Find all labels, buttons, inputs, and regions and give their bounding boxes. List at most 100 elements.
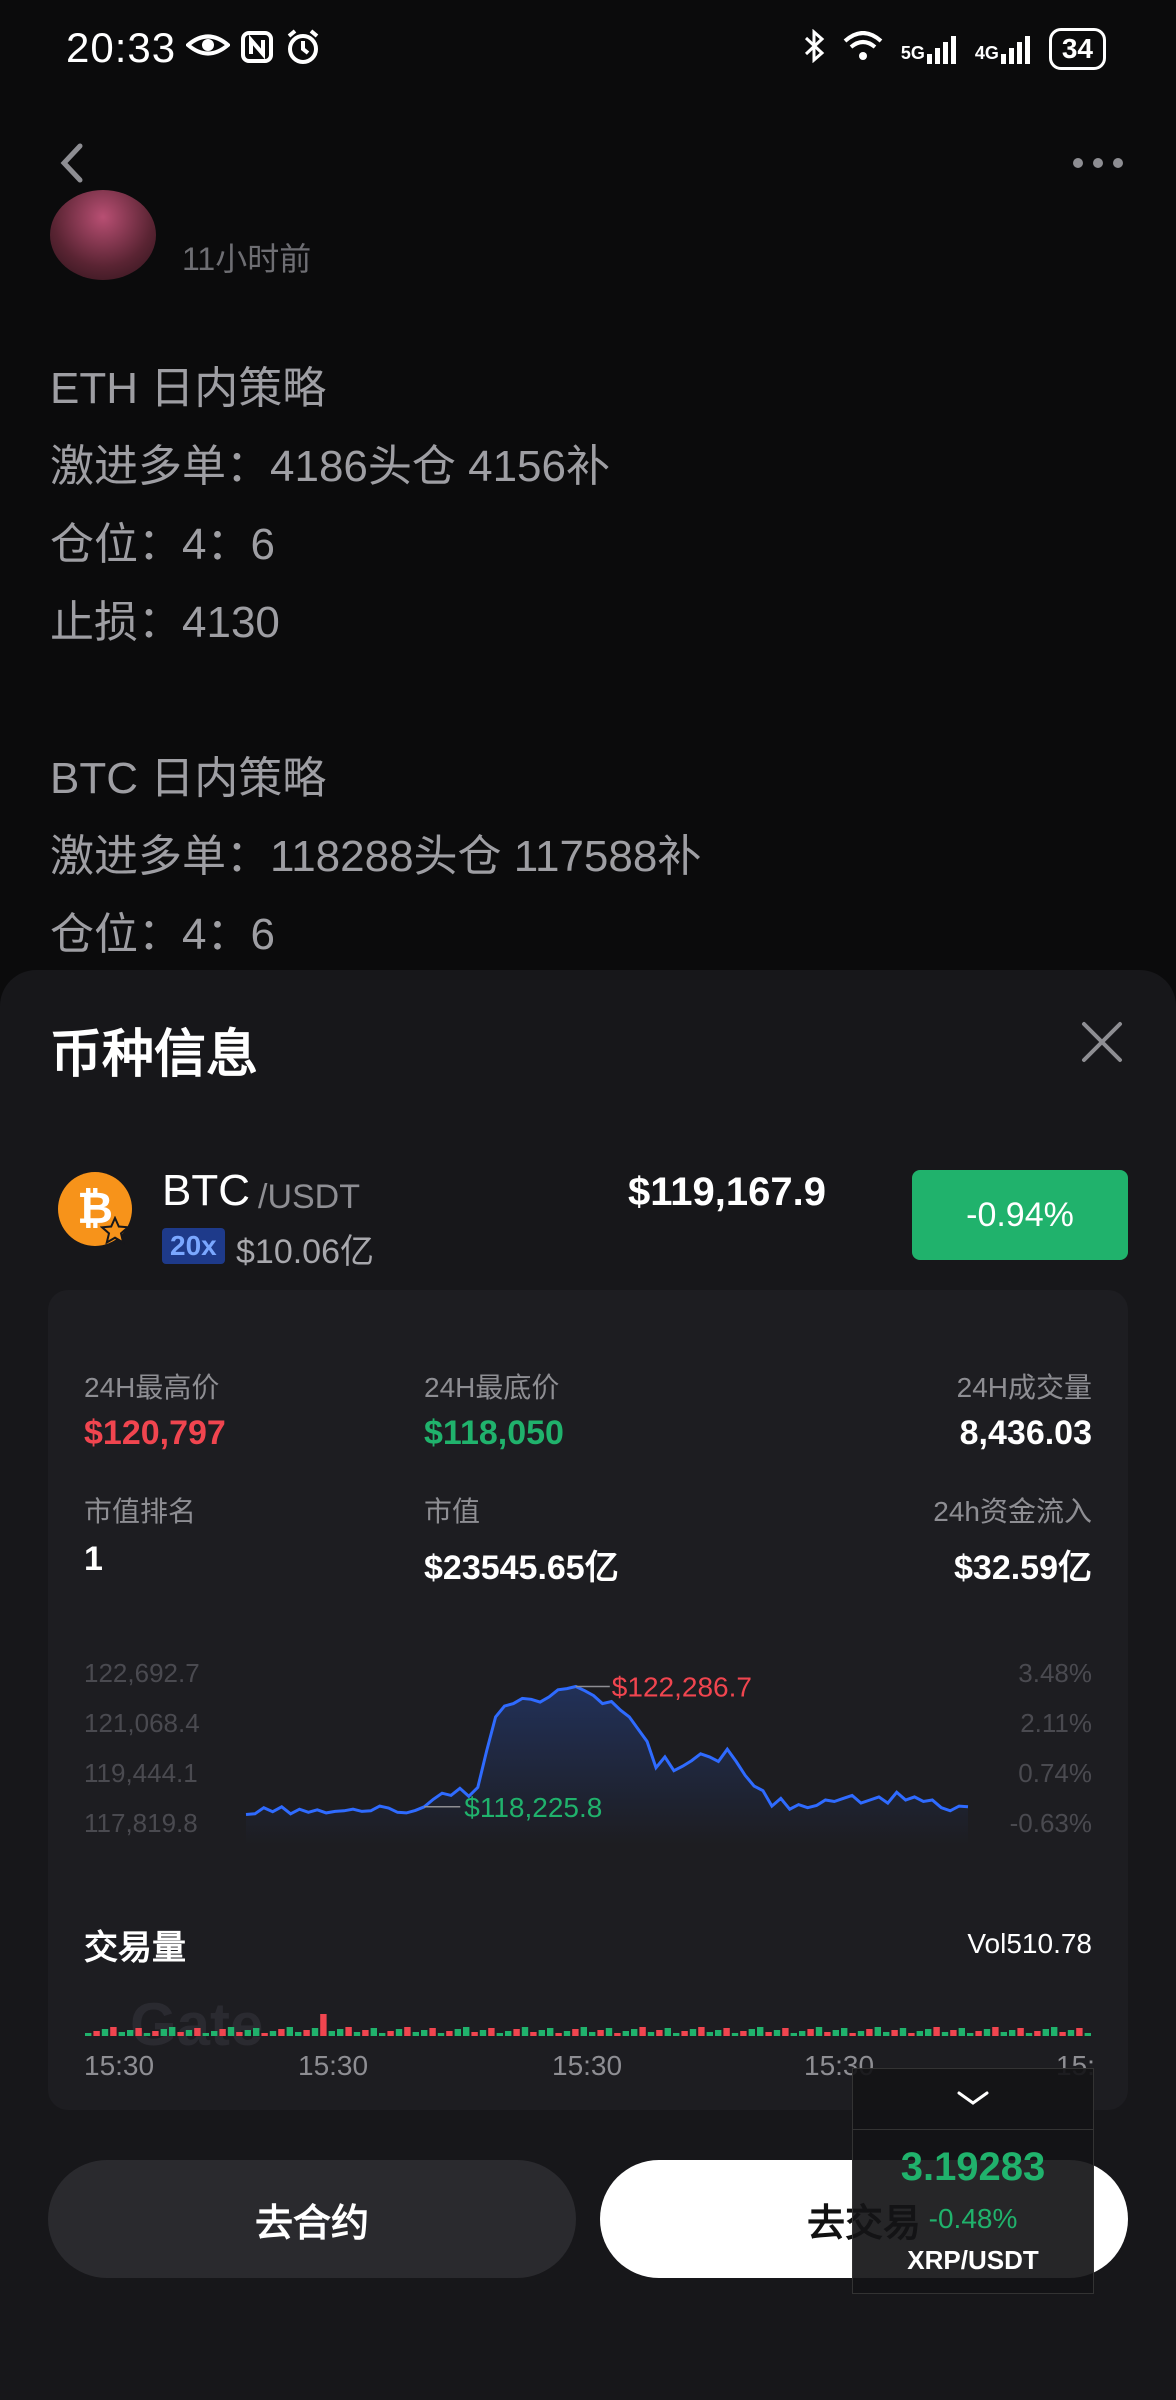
volume-bar — [631, 2029, 638, 2036]
volume-bar — [1084, 2033, 1091, 2036]
post-line: 仓位：4：6 — [50, 520, 275, 569]
volume-bar — [337, 2029, 344, 2036]
post-line: 仓位：4：6 — [50, 910, 275, 959]
volume-bar — [605, 2028, 613, 2036]
volume-bar — [656, 2030, 663, 2036]
volume-bar — [1025, 2033, 1033, 2036]
avatar[interactable] — [50, 190, 156, 280]
volume-bar — [135, 2028, 142, 2036]
post-line: 激进多单：118288头仓 117588补 — [50, 832, 702, 881]
more-icon[interactable] — [1070, 148, 1126, 178]
signal-5g-icon: 5G — [901, 34, 957, 64]
volume-bar — [950, 2030, 957, 2036]
time-label: 15:30 — [298, 2050, 369, 2081]
volume-bar — [1067, 2030, 1075, 2036]
volume-bar — [698, 2027, 705, 2036]
volume-bar — [488, 2028, 495, 2036]
volume-bar — [530, 2032, 537, 2036]
leverage-badge: 20x — [162, 1228, 225, 1264]
post-line: BTC 日内策略 — [50, 754, 327, 803]
price-chart[interactable]: $122,286.7 $118,225.8 — [0, 1640, 1176, 1860]
volume-bar — [1042, 2029, 1049, 2036]
volume-bar — [815, 2027, 823, 2036]
volume-bar — [689, 2029, 697, 2036]
volume-total: Vol510.78 — [967, 1928, 1092, 1959]
volume-bar — [899, 2028, 907, 2036]
volume-bar — [740, 2031, 747, 2036]
inflow-label: 24h资金流入 — [933, 1496, 1092, 1527]
volume-bar — [866, 2029, 873, 2036]
volume-bar — [345, 2027, 352, 2036]
favorite-star-icon[interactable] — [99, 1215, 131, 1246]
volume-bar — [379, 2033, 386, 2036]
rank-value: 1 — [84, 1540, 103, 1578]
go-contract-button[interactable]: 去合约 — [48, 2160, 576, 2278]
volume-bar — [941, 2032, 949, 2036]
status-time: 20:33 — [66, 24, 177, 71]
price-change-badge[interactable]: -0.94% — [912, 1170, 1128, 1260]
volume-bar — [706, 2032, 713, 2036]
volume-bar — [967, 2033, 974, 2036]
back-icon[interactable] — [50, 140, 96, 186]
volume-bar — [311, 2028, 319, 2036]
volume-bar — [236, 2032, 243, 2036]
volume-bar — [874, 2027, 881, 2036]
wifi-icon — [843, 30, 883, 68]
volume-bar — [933, 2027, 940, 2036]
eye-icon — [184, 30, 232, 65]
volume-bar — [757, 2027, 764, 2036]
mcap-value: $23545.65亿 — [424, 1549, 619, 1587]
volume-bar — [681, 2031, 688, 2036]
volume-bar — [261, 2033, 268, 2036]
volume-bar — [85, 2033, 92, 2036]
volume-bar — [673, 2033, 680, 2036]
volume-bar — [278, 2029, 285, 2036]
volume-bar — [849, 2033, 856, 2036]
volume-bar — [513, 2029, 520, 2036]
volume-bar — [891, 2030, 898, 2036]
volume-bar — [219, 2029, 226, 2036]
volume-bar — [992, 2027, 999, 2036]
volume-bar — [622, 2031, 629, 2036]
high-label: 24H最高价 — [84, 1372, 220, 1403]
volume-bar — [211, 2031, 218, 2036]
volume-bar — [244, 2030, 251, 2036]
volume-bar — [824, 2032, 831, 2036]
chevron-down-icon[interactable] — [853, 2069, 1093, 2130]
volume-bar — [925, 2029, 932, 2036]
volume-bar — [303, 2030, 310, 2036]
volume-bar — [958, 2028, 965, 2036]
status-bar: 20:33 5G 4G 34 — [0, 0, 1176, 100]
time-label: 15:30 — [552, 2050, 623, 2081]
volume-bar — [782, 2028, 789, 2036]
volume-bar — [773, 2030, 781, 2036]
volume-bar — [538, 2030, 545, 2036]
volume-bar — [404, 2027, 411, 2036]
low-label: 24H最底价 — [424, 1372, 560, 1403]
signal-4g-icon: 4G — [975, 34, 1031, 64]
volume-bar — [1051, 2027, 1058, 2036]
volume-bar — [353, 2032, 361, 2036]
volume-bar — [127, 2030, 134, 2036]
volume-bar — [589, 2032, 596, 2036]
low-value: $118,050 — [424, 1414, 564, 1452]
volume-bar — [437, 2033, 445, 2036]
volume-bar — [1017, 2028, 1024, 2036]
volume-bar — [664, 2028, 671, 2036]
alarm-icon — [284, 28, 322, 71]
volume-bar — [983, 2029, 991, 2036]
close-icon[interactable] — [1078, 1018, 1126, 1066]
volume-bar — [496, 2033, 503, 2036]
volume-section-title: 交易量 — [84, 1929, 186, 1967]
volume-bar — [362, 2030, 369, 2036]
coin-symbol: BTC — [162, 1166, 250, 1215]
floating-ticker-widget[interactable]: 3.19283 -0.48% XRP/USDT — [852, 2068, 1094, 2294]
time-label: 15:30 — [84, 2050, 155, 2081]
volume-bar — [614, 2033, 621, 2036]
volume-bar — [253, 2028, 260, 2036]
volume-bar — [597, 2030, 604, 2036]
post-time: 11小时前 — [182, 241, 312, 277]
volume-bar — [471, 2032, 478, 2036]
low-annotation: $118,225.8 — [464, 1792, 602, 1823]
volume-bar — [269, 2031, 277, 2036]
